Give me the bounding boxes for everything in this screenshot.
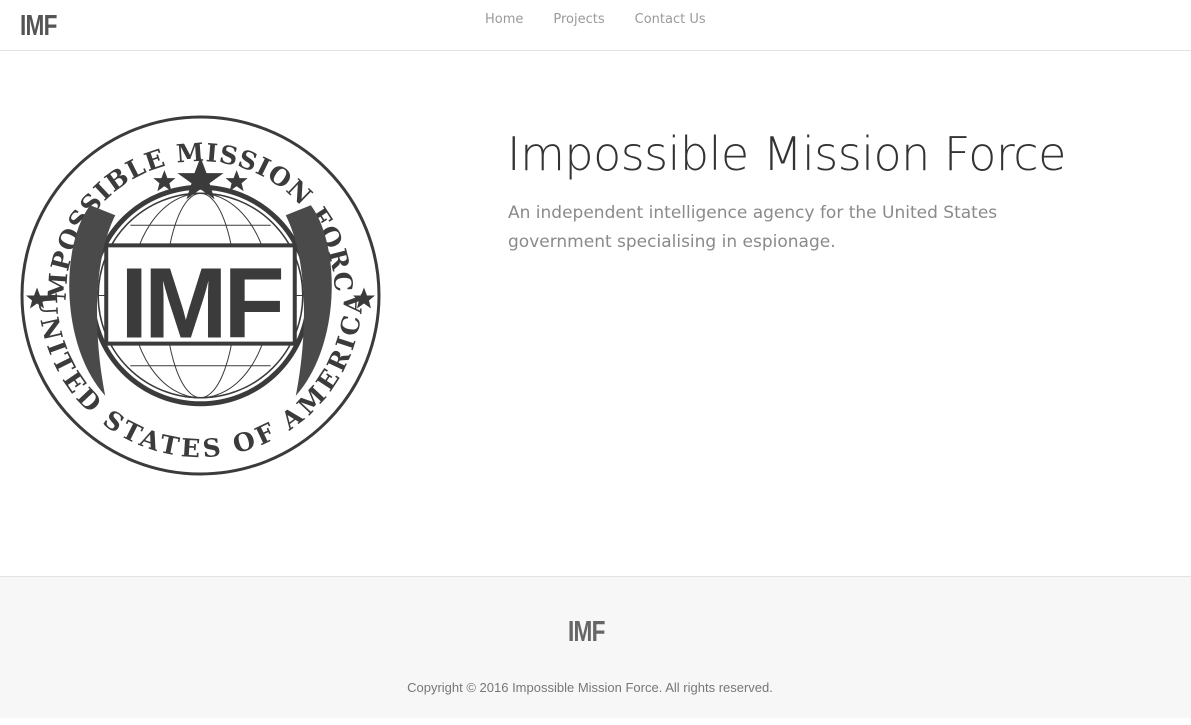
nav-item-projects: Projects	[538, 12, 619, 28]
page-description: An independent intelligence agency for t…	[508, 203, 998, 252]
nav-link-projects[interactable]: Projects	[538, 12, 619, 28]
nav-item-home: Home	[470, 12, 538, 28]
imf-emblem: IMPOSSIBLE MISSION FORCE UNITED STATES O…	[20, 115, 381, 476]
footer-logo: IMF	[568, 616, 605, 648]
copyright-text: Copyright © 2016 Impossible Mission Forc…	[407, 680, 773, 695]
footer: IMF Copyright © 2016 Impossible Mission …	[0, 576, 1191, 718]
brand-logo[interactable]: IMF	[20, 12, 57, 41]
top-navbar: IMF Home Projects Contact Us	[0, 0, 1191, 51]
main-nav: Home Projects Contact Us	[470, 12, 721, 28]
nav-link-home[interactable]: Home	[470, 12, 538, 28]
nav-link-contact[interactable]: Contact Us	[620, 12, 721, 28]
bottom-strip	[0, 718, 1191, 725]
nav-item-contact: Contact Us	[620, 12, 721, 28]
emblem-center-text: IMF	[120, 248, 281, 360]
page-title: Impossible Mission Force	[507, 127, 1066, 181]
